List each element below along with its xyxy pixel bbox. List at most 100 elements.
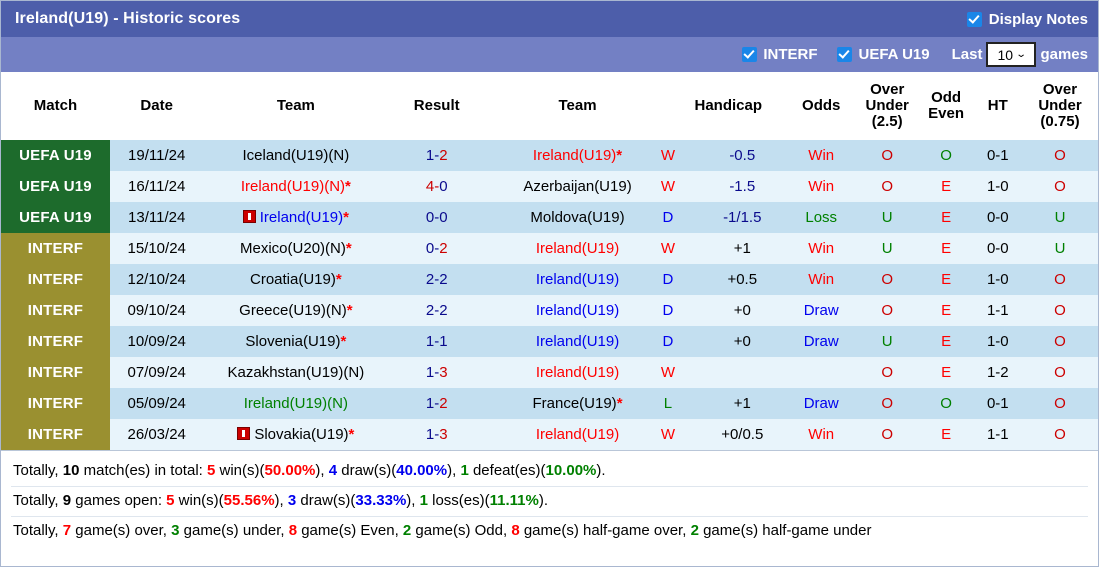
away-team[interactable]: Ireland(U19) [485, 326, 670, 357]
match-badge[interactable]: INTERF [1, 419, 110, 450]
match-result[interactable]: 0-0 [388, 202, 486, 233]
away-team-name[interactable]: Ireland(U19) [536, 302, 619, 319]
odd-even-value: O [918, 388, 974, 419]
away-team-name[interactable]: Ireland(U19) [533, 147, 616, 164]
home-team[interactable]: Ireland(U19)(N)* [203, 171, 389, 202]
home-team-name[interactable]: Mexico(U20)(N) [240, 240, 346, 257]
match-result[interactable]: 2-2 [388, 264, 486, 295]
match-badge[interactable]: INTERF [1, 233, 110, 264]
home-team[interactable]: Greece(U19)(N)* [203, 295, 389, 326]
table-row[interactable]: UEFA U19 19/11/24 Iceland(U19)(N) 1-2 Irelan… [1, 140, 1098, 171]
match-badge[interactable]: UEFA U19 [1, 202, 110, 233]
col-ht[interactable]: HT [973, 72, 1022, 140]
home-team-name[interactable]: Croatia(U19) [250, 271, 336, 288]
match-badge[interactable]: INTERF [1, 388, 110, 419]
away-team[interactable]: France(U19)* [485, 388, 670, 419]
home-team[interactable]: Slovakia(U19)* [203, 419, 389, 450]
filter-interf[interactable]: INTERF [742, 46, 817, 63]
match-result[interactable]: 1-1 [388, 326, 486, 357]
match-result[interactable]: 1-3 [388, 419, 486, 450]
home-team[interactable]: Kazakhstan(U19)(N) [203, 357, 389, 388]
games-count-select[interactable]: 10 ⌄ [986, 42, 1037, 67]
home-team-name[interactable]: Slovakia(U19) [254, 426, 348, 443]
away-team-name[interactable]: Azerbaijan(U19) [523, 178, 631, 195]
display-notes-checkbox[interactable] [966, 11, 982, 27]
interf-label[interactable]: INTERF [763, 46, 817, 63]
note-card-icon [242, 210, 256, 223]
match-badge[interactable]: UEFA U19 [1, 140, 110, 171]
away-team-name[interactable]: Ireland(U19) [536, 240, 619, 257]
col-over-under-25[interactable]: Over Under (2.5) [855, 72, 919, 140]
summary-l1-t3: win(s)( [215, 462, 265, 479]
match-badge[interactable]: INTERF [1, 295, 110, 326]
home-team[interactable]: Croatia(U19)* [203, 264, 389, 295]
match-badge[interactable]: INTERF [1, 326, 110, 357]
table-row[interactable]: INTERF 05/09/24 Ireland(U19)(N) 1-2 France(U… [1, 388, 1098, 419]
away-team[interactable]: Moldova(U19) [485, 202, 670, 233]
home-team[interactable]: Slovenia(U19)* [203, 326, 389, 357]
away-team[interactable]: Ireland(U19) [485, 419, 670, 450]
away-team[interactable]: Azerbaijan(U19) [485, 171, 670, 202]
table-row[interactable]: UEFA U19 13/11/24 Ireland(U19)* 0-0 Moldova(… [1, 202, 1098, 233]
table-row[interactable]: UEFA U19 16/11/24 Ireland(U19)(N)* 4-0 Azerb… [1, 171, 1098, 202]
summary-l2-wins: 5 [166, 492, 175, 509]
col-team-away[interactable]: Team [485, 72, 670, 140]
table-row[interactable]: INTERF 15/10/24 Mexico(U20)(N)* 0-2 Ireland(… [1, 233, 1098, 264]
table-row[interactable]: INTERF 12/10/24 Croatia(U19)* 2-2 Ireland(U1… [1, 264, 1098, 295]
col-date[interactable]: Date [109, 72, 204, 140]
col-over-under-075[interactable]: Over Under (0.75) [1021, 72, 1098, 140]
home-team-name[interactable]: Ireland(U19) [260, 209, 343, 226]
home-team-name[interactable]: Ireland(U19)(N) [244, 395, 348, 412]
col-result[interactable]: Result [388, 72, 486, 140]
interf-checkbox[interactable] [742, 47, 758, 62]
home-team[interactable]: Iceland(U19)(N) [203, 140, 389, 171]
match-badge[interactable]: INTERF [1, 357, 110, 388]
col-team-home[interactable]: Team [203, 72, 389, 140]
away-team-name[interactable]: Moldova(U19) [530, 209, 624, 226]
away-team-name[interactable]: Ireland(U19) [536, 271, 619, 288]
col-odd-even[interactable]: Odd Even [918, 72, 974, 140]
wdl-indicator: D [662, 302, 674, 319]
over-under-25-value: U [855, 202, 919, 233]
match-result[interactable]: 1-2 [388, 140, 486, 171]
col-odds[interactable]: Odds [786, 72, 856, 140]
away-team-name[interactable]: Ireland(U19) [536, 333, 619, 350]
table-row[interactable]: INTERF 26/03/24 Slovakia(U19)* 1-3 Ireland(U… [1, 419, 1098, 450]
odd-even-value: E [918, 233, 974, 264]
away-team[interactable]: Ireland(U19) [485, 264, 670, 295]
home-team[interactable]: Mexico(U20)(N)* [203, 233, 389, 264]
match-badge[interactable]: INTERF [1, 264, 110, 295]
match-result[interactable]: 2-2 [388, 295, 486, 326]
away-team[interactable]: Ireland(U19)* [485, 140, 670, 171]
away-team-name[interactable]: France(U19) [532, 395, 616, 412]
home-team-name[interactable]: Greece(U19)(N) [239, 302, 347, 319]
match-badge[interactable]: UEFA U19 [1, 171, 110, 202]
filter-uefa[interactable]: UEFA U19 [837, 46, 930, 63]
display-notes-label[interactable]: Display Notes [989, 11, 1088, 28]
home-team-name[interactable]: Ireland(U19)(N) [241, 178, 345, 195]
match-result[interactable]: 4-0 [388, 171, 486, 202]
table-row[interactable]: INTERF 10/09/24 Slovenia(U19)* 1-1 Ireland(U… [1, 326, 1098, 357]
away-team-name[interactable]: Ireland(U19) [536, 426, 619, 443]
col-match[interactable]: Match [1, 72, 110, 140]
away-team[interactable]: Ireland(U19) [485, 233, 670, 264]
match-result[interactable]: 1-2 [388, 388, 486, 419]
home-team[interactable]: Ireland(U19)(N) [203, 388, 389, 419]
uefa-label[interactable]: UEFA U19 [858, 46, 929, 63]
table-row[interactable]: INTERF 09/10/24 Greece(U19)(N)* 2-2 Ireland(… [1, 295, 1098, 326]
match-date: 26/03/24 [109, 419, 204, 450]
match-result[interactable]: 1-3 [388, 357, 486, 388]
match-date: 13/11/24 [109, 202, 204, 233]
home-team-name[interactable]: Slovenia(U19) [245, 333, 340, 350]
uefa-checkbox[interactable] [837, 47, 853, 62]
away-team-name[interactable]: Ireland(U19) [536, 364, 619, 381]
match-result[interactable]: 0-2 [388, 233, 486, 264]
half-time-score: 1-0 [973, 326, 1022, 357]
home-team-name[interactable]: Iceland(U19)(N) [243, 147, 350, 164]
away-team[interactable]: Ireland(U19) [485, 357, 670, 388]
home-team[interactable]: Ireland(U19)* [203, 202, 389, 233]
table-row[interactable]: INTERF 07/09/24 Kazakhstan(U19)(N) 1-3 Irela… [1, 357, 1098, 388]
col-handicap[interactable]: Handicap [669, 72, 787, 140]
away-team[interactable]: Ireland(U19) [485, 295, 670, 326]
home-team-name[interactable]: Kazakhstan(U19)(N) [228, 364, 365, 381]
